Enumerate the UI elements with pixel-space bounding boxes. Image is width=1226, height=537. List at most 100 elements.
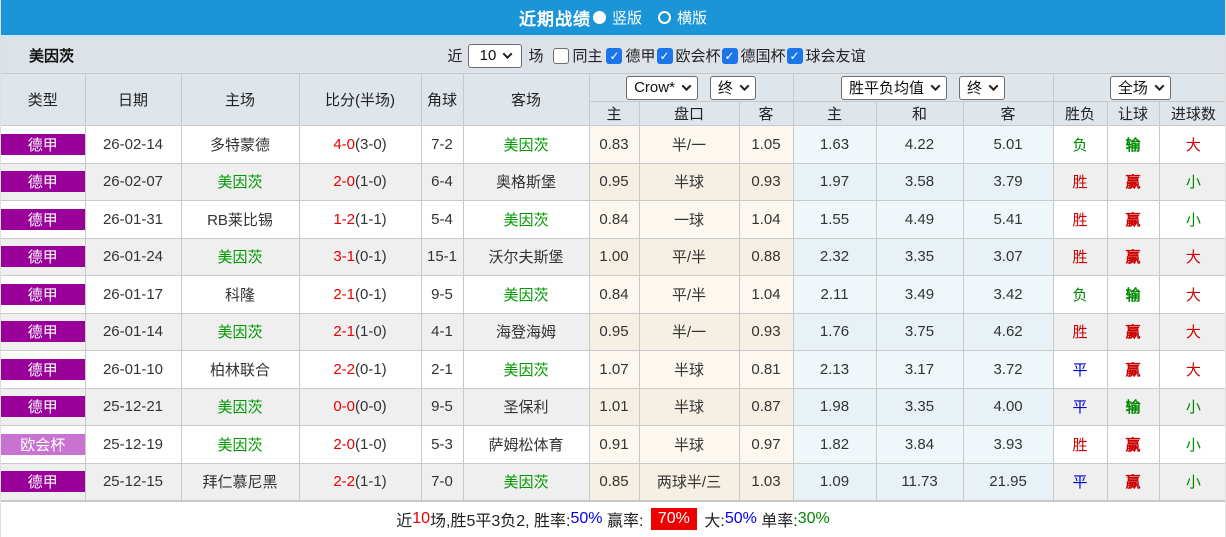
cell-home-team[interactable]: 美因茨 xyxy=(180,387,300,426)
company-select-value: Crow* xyxy=(634,79,675,96)
subcol-result: 胜负 xyxy=(1052,101,1108,126)
cell-goals-result: 小 xyxy=(1158,425,1225,464)
league-dfb-cup-checkbox[interactable] xyxy=(721,47,738,64)
cell-league: 德甲 xyxy=(1,237,86,276)
cell-date: 26-01-17 xyxy=(84,275,182,314)
table-row: 德甲 26-01-17 科隆 2-1(0-1) 9-5 美因茨 0.84 平/半 1.04 2.1… xyxy=(1,275,1225,314)
cell-away-team[interactable]: 美因茨 xyxy=(462,462,590,501)
league-conference-checkbox[interactable] xyxy=(656,47,673,64)
cell-home-team[interactable]: 科隆 xyxy=(180,275,300,314)
cell-home-team[interactable]: 拜仁慕尼黑 xyxy=(180,462,300,501)
cell-avg-win-odds: 2.32 xyxy=(792,237,877,276)
handicap-odds-header: Crow* 终 xyxy=(588,73,794,102)
cell-away-team[interactable]: 美因茨 xyxy=(462,200,590,239)
cell-score: 2-1(1-0) xyxy=(298,312,422,351)
cell-avg-draw-odds: 11.73 xyxy=(875,462,964,501)
recent-games-select[interactable]: 10 xyxy=(468,43,523,68)
cell-away-team[interactable]: 沃尔夫斯堡 xyxy=(462,237,590,276)
cell-home-team[interactable]: RB莱比锡 xyxy=(180,200,300,239)
cell-handicap-home-odds: 0.91 xyxy=(588,425,640,464)
cell-goals-result: 小 xyxy=(1158,387,1225,426)
cell-result: 负 xyxy=(1052,125,1108,164)
cell-date: 26-01-31 xyxy=(84,200,182,239)
cell-handicap-result: 赢 xyxy=(1106,237,1160,276)
cell-handicap-line: 半/一 xyxy=(638,312,740,351)
summary-bar: 近 10 场,胜5平3负2, 胜率: 50% 赢率: 70% 大: 50% 单率: 30% xyxy=(1,501,1225,535)
league-friendly-checkbox[interactable] xyxy=(786,47,803,64)
league-badge: 德甲 xyxy=(1,358,84,380)
cell-away-team[interactable]: 美因茨 xyxy=(462,125,590,164)
summary-segment: 30% xyxy=(797,509,830,527)
average-odds-select[interactable]: 胜平负均值 xyxy=(841,75,948,100)
league-badge: 德甲 xyxy=(1,246,84,268)
cell-handicap-away-odds: 0.97 xyxy=(738,425,794,464)
cell-handicap-home-odds: 0.95 xyxy=(588,162,640,201)
cell-date: 25-12-19 xyxy=(84,425,182,464)
cell-handicap-line: 半/一 xyxy=(638,125,740,164)
cell-avg-lose-odds: 3.07 xyxy=(962,237,1054,276)
subcol-avg-draw: 和 xyxy=(875,101,964,126)
average-odds-header: 胜平负均值 终 xyxy=(792,73,1054,102)
cell-avg-lose-odds: 3.72 xyxy=(962,350,1054,389)
cell-result: 平 xyxy=(1052,462,1108,501)
same-home-checkbox[interactable] xyxy=(553,47,570,64)
cell-home-team[interactable]: 美因茨 xyxy=(180,162,300,201)
cell-result: 平 xyxy=(1052,387,1108,426)
cell-home-team[interactable]: 多特蒙德 xyxy=(180,125,300,164)
league-badge: 德甲 xyxy=(1,321,84,343)
cell-avg-win-odds: 1.97 xyxy=(792,162,877,201)
table-row: 德甲 26-01-31 RB莱比锡 1-2(1-1) 5-4 美因茨 0.84 一球 1.04 1… xyxy=(1,200,1225,239)
cell-away-team[interactable]: 海登海姆 xyxy=(462,312,590,351)
cell-home-team[interactable]: 柏林联合 xyxy=(180,350,300,389)
company-time-select[interactable]: 终 xyxy=(709,75,756,100)
cell-away-team[interactable]: 美因茨 xyxy=(462,350,590,389)
cell-league: 德甲 xyxy=(1,462,86,501)
radio-vertical-layout[interactable]: 竖版 xyxy=(592,7,642,28)
radio-horizontal-layout[interactable]: 横版 xyxy=(658,7,707,28)
summary-segment: 10 xyxy=(412,509,431,527)
league-bundesliga-checkbox[interactable] xyxy=(606,47,623,64)
cell-away-team[interactable]: 奥格斯堡 xyxy=(462,162,590,201)
summary-segment: 50% xyxy=(570,509,603,527)
cell-avg-lose-odds: 3.79 xyxy=(962,162,1054,201)
cell-date: 26-02-14 xyxy=(84,125,182,164)
cell-handicap-result: 输 xyxy=(1106,125,1160,164)
company-select[interactable]: Crow* xyxy=(626,75,698,100)
cell-avg-lose-odds: 21.95 xyxy=(962,462,1054,501)
cell-home-team[interactable]: 美因茨 xyxy=(180,312,300,351)
cell-handicap-away-odds: 1.05 xyxy=(738,125,794,164)
cell-handicap-home-odds: 0.95 xyxy=(588,312,640,351)
table-row: 德甲 25-12-15 拜仁慕尼黑 2-2(1-1) 7-0 美因茨 0.85 两球半/三 1.… xyxy=(1,462,1225,501)
layout-radio-group: 竖版 横版 xyxy=(591,7,707,28)
cell-avg-lose-odds: 4.62 xyxy=(962,312,1054,351)
cell-corner: 5-3 xyxy=(420,425,464,464)
cell-date: 26-01-10 xyxy=(84,350,182,389)
cell-avg-win-odds: 1.82 xyxy=(792,425,877,464)
cell-away-team[interactable]: 圣保利 xyxy=(462,387,590,426)
cell-date: 25-12-21 xyxy=(84,387,182,426)
cell-handicap-home-odds: 1.00 xyxy=(588,237,640,276)
cell-avg-draw-odds: 3.84 xyxy=(875,425,964,464)
cell-away-team[interactable]: 萨姆松体育 xyxy=(462,425,590,464)
cell-away-team[interactable]: 美因茨 xyxy=(462,275,590,314)
scope-select[interactable]: 全场 xyxy=(1109,75,1171,100)
cell-home-team[interactable]: 美因茨 xyxy=(180,425,300,464)
panel-title: 近期战绩 xyxy=(518,10,591,29)
cell-handicap-line: 平/半 xyxy=(638,275,740,314)
cell-handicap-home-odds: 0.84 xyxy=(588,275,640,314)
cell-avg-draw-odds: 3.35 xyxy=(875,387,964,426)
cell-avg-lose-odds: 3.93 xyxy=(962,425,1054,464)
cell-avg-win-odds: 1.09 xyxy=(792,462,877,501)
cell-corner: 15-1 xyxy=(420,237,464,276)
cell-handicap-result: 赢 xyxy=(1106,425,1160,464)
filter-bar: 美因茨 近 10 场 同主 德甲 欧会杯 德国杯 球会友谊 xyxy=(1,38,1225,73)
average-time-select[interactable]: 终 xyxy=(959,75,1006,100)
cell-handicap-away-odds: 0.93 xyxy=(738,162,794,201)
cell-avg-win-odds: 2.11 xyxy=(792,275,877,314)
scope-select-value: 全场 xyxy=(1117,80,1148,97)
recent-results-panel: 近期战绩 竖版 横版 美因茨 近 10 场 同主 德甲 xyxy=(0,0,1226,537)
league-badge: 德甲 xyxy=(1,471,84,493)
cell-home-team[interactable]: 美因茨 xyxy=(180,237,300,276)
company-time-value: 终 xyxy=(717,80,733,97)
cell-handicap-result: 赢 xyxy=(1106,200,1160,239)
